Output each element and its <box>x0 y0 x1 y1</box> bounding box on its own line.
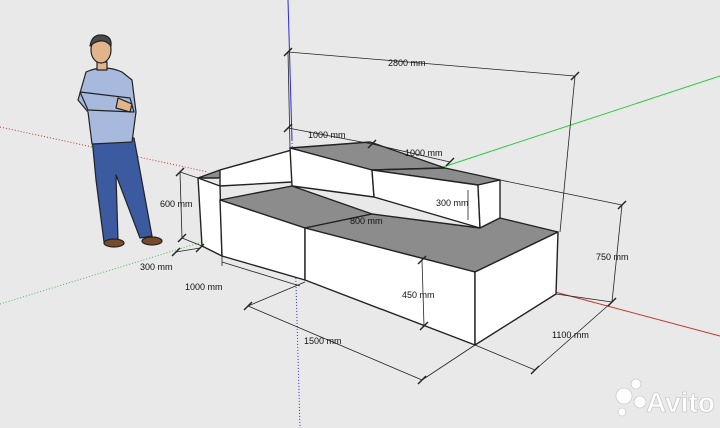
dim-seat-height: 450 mm <box>402 290 435 300</box>
dim-front-right-width: 1500 mm <box>304 336 342 346</box>
man-right-shoe <box>141 236 163 246</box>
sofa-model <box>197 141 559 346</box>
man-legs <box>91 137 153 243</box>
avito-dots-icon <box>615 378 647 417</box>
standing-man-figure <box>77 34 163 248</box>
dim-arm-height: 600 mm <box>160 199 193 209</box>
man-left-shoe <box>103 238 125 248</box>
dim-depth: 1100 mm <box>552 330 589 340</box>
dim-back-left-width: 1000 mm <box>308 130 346 140</box>
dim-seat-depth: 800 mm <box>350 216 383 226</box>
green-axis-solid <box>439 75 720 169</box>
left-arm-inner <box>219 149 293 187</box>
dim-overall-height: 750 mm <box>596 252 629 262</box>
avito-watermark: Avito <box>615 378 715 418</box>
green-axis-dotted <box>0 237 216 305</box>
dim-front-left-width: 1000 mm <box>185 282 223 292</box>
dim-total-length: 2800 mm <box>388 58 426 68</box>
dim-back-height: 300 mm <box>436 198 469 208</box>
avito-watermark-text: Avito <box>646 387 715 418</box>
sketch-scene: 2800 mm 1000 mm 1000 mm 800 mm 300 mm 60… <box>0 0 720 428</box>
dim-arm-width: 300 mm <box>140 262 173 272</box>
left-arm-front <box>197 177 223 257</box>
dim-back-right-width: 1000 mm <box>405 148 443 158</box>
